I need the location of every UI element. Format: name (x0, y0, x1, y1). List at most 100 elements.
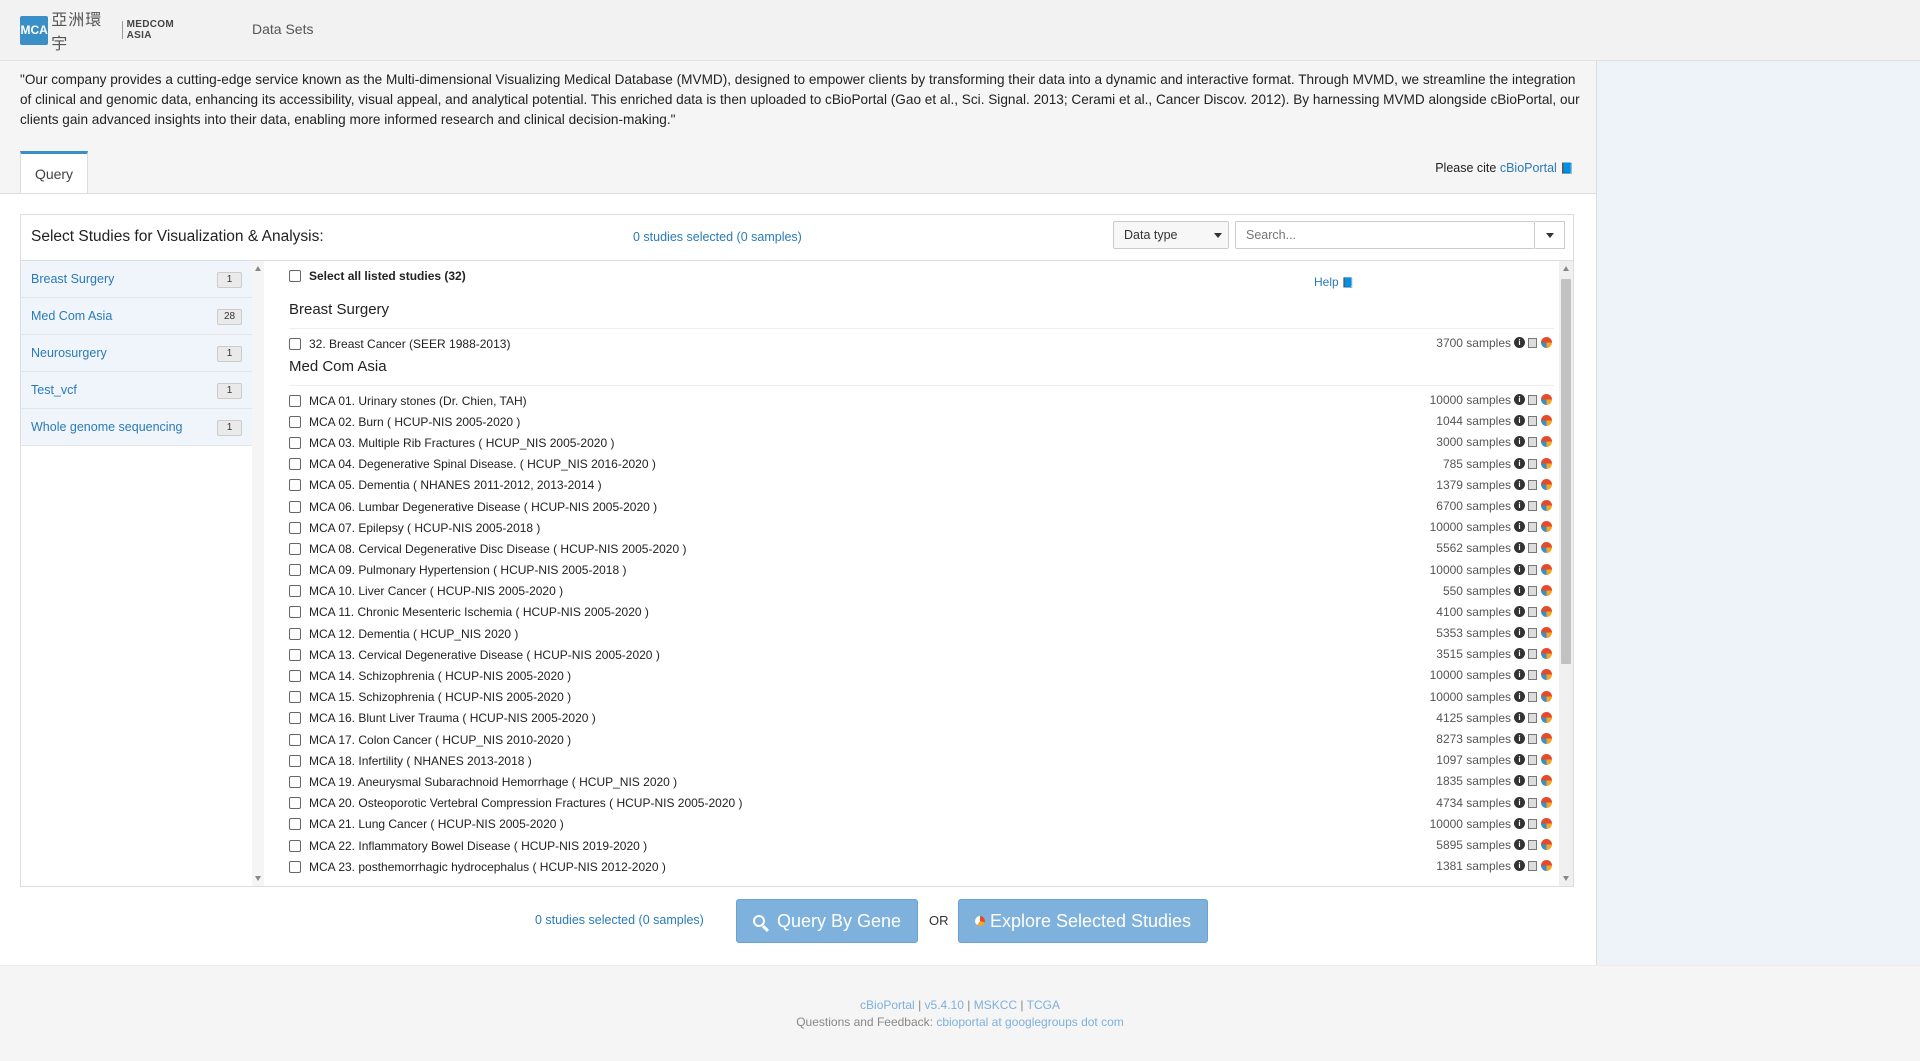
study-row[interactable]: MCA 06. Lumbar Degenerative Disease ( HC… (289, 496, 1554, 517)
select-all-row[interactable]: Select all listed studies (32) (289, 269, 466, 283)
book-icon[interactable] (1528, 734, 1537, 744)
study-row[interactable]: MCA 09. Pulmonary Hypertension ( HCUP-NI… (289, 560, 1554, 581)
study-row[interactable]: MCA 11. Chronic Mesenteric Ischemia ( HC… (289, 602, 1554, 623)
study-checkbox[interactable] (289, 839, 301, 852)
study-row[interactable]: MCA 04. Degenerative Spinal Disease. ( H… (289, 454, 1554, 475)
info-icon[interactable]: i (1514, 860, 1525, 872)
study-checkbox[interactable] (289, 458, 301, 471)
book-icon[interactable] (1528, 797, 1537, 808)
study-checkbox[interactable] (289, 733, 301, 746)
study-checkbox[interactable] (289, 606, 301, 619)
book-icon[interactable] (1528, 458, 1537, 469)
pie-chart-icon[interactable] (1541, 563, 1552, 575)
book-icon[interactable] (1528, 564, 1537, 575)
sidebar-item-whole-genome-sequencing[interactable]: Whole genome sequencing 1 (21, 409, 252, 446)
tab-query[interactable]: Query (20, 151, 88, 193)
pie-chart-icon[interactable] (1541, 337, 1552, 348)
pie-chart-icon[interactable] (1541, 775, 1552, 787)
pie-chart-icon[interactable] (1541, 436, 1552, 448)
pie-chart-icon[interactable] (1541, 457, 1552, 469)
pie-chart-icon[interactable] (1541, 521, 1552, 533)
info-icon[interactable]: i (1514, 457, 1525, 469)
search-options-button[interactable] (1535, 221, 1565, 249)
study-row[interactable]: MCA 07. Epilepsy ( HCUP-NIS 2005-2018 ) 1… (289, 517, 1554, 538)
study-row[interactable]: MCA 16. Blunt Liver Trauma ( HCUP-NIS 20… (289, 708, 1554, 729)
pie-chart-icon[interactable] (1541, 817, 1552, 829)
info-icon[interactable]: i (1514, 499, 1525, 511)
pie-chart-icon[interactable] (1541, 733, 1552, 744)
pie-chart-icon[interactable] (1541, 669, 1552, 681)
info-icon[interactable]: i (1514, 669, 1525, 681)
study-row[interactable]: MCA 21. Lung Cancer ( HCUP-NIS 2005-2020… (289, 814, 1554, 835)
study-row[interactable]: MCA 01. Urinary stones (Dr. Chien, TAH) 1… (289, 390, 1554, 411)
study-checkbox[interactable] (289, 436, 301, 449)
footer-mskcc-link[interactable]: MSKCC (974, 998, 1017, 1012)
book-icon[interactable] (1528, 776, 1537, 787)
book-icon[interactable] (1528, 755, 1537, 766)
book-icon[interactable] (1528, 395, 1537, 405)
info-icon[interactable]: i (1514, 337, 1525, 348)
book-icon[interactable] (1528, 670, 1537, 681)
book-icon[interactable] (1528, 338, 1537, 348)
pie-chart-icon[interactable] (1541, 605, 1552, 617)
study-row[interactable]: MCA 05. Dementia ( NHANES 2011-2012, 201… (289, 475, 1554, 496)
pie-chart-icon[interactable] (1541, 627, 1552, 639)
study-checkbox[interactable] (289, 754, 301, 767)
study-row[interactable]: MCA 18. Infertility ( NHANES 2013-2018 )… (289, 750, 1554, 771)
info-icon[interactable]: i (1514, 690, 1525, 702)
info-icon[interactable]: i (1514, 733, 1525, 744)
info-icon[interactable]: i (1514, 542, 1525, 554)
study-row[interactable]: MCA 03. Multiple Rib Fractures ( HCUP_NI… (289, 432, 1554, 453)
info-icon[interactable]: i (1514, 838, 1525, 850)
study-checkbox[interactable] (289, 775, 301, 788)
select-all-checkbox[interactable] (289, 270, 301, 282)
bottom-studies-selected[interactable]: 0 studies selected (0 samples) (535, 913, 704, 927)
book-icon[interactable] (1528, 712, 1537, 723)
study-row[interactable]: MCA 22. Inflammatory Bowel Disease ( HCU… (289, 835, 1554, 856)
info-icon[interactable]: i (1514, 563, 1525, 575)
book-icon[interactable] (1528, 522, 1537, 533)
footer-version-link[interactable]: v5.4.10 (925, 998, 964, 1012)
pie-chart-icon[interactable] (1541, 796, 1552, 808)
info-icon[interactable]: i (1514, 627, 1525, 639)
pie-chart-icon[interactable] (1541, 860, 1552, 872)
pie-chart-icon[interactable] (1541, 711, 1552, 723)
study-row[interactable]: MCA 08. Cervical Degenerative Disc Disea… (289, 538, 1554, 559)
info-icon[interactable]: i (1514, 394, 1525, 405)
book-icon[interactable] (1528, 861, 1537, 872)
book-icon[interactable] (1528, 606, 1537, 617)
book-icon[interactable] (1528, 416, 1537, 427)
study-checkbox[interactable] (289, 500, 301, 513)
scroll-down-icon[interactable] (1563, 876, 1569, 881)
info-icon[interactable]: i (1514, 817, 1525, 829)
search-input[interactable] (1235, 221, 1535, 249)
data-type-select[interactable]: Data type (1113, 221, 1229, 249)
info-icon[interactable]: i (1514, 796, 1525, 808)
pie-chart-icon[interactable] (1541, 838, 1552, 850)
cite-cbioportal-link[interactable]: cBioPortal (1500, 161, 1557, 175)
explore-selected-studies-button[interactable]: Explore Selected Studies (958, 899, 1208, 943)
info-icon[interactable]: i (1514, 605, 1525, 617)
study-checkbox[interactable] (289, 564, 301, 577)
study-checkbox[interactable] (289, 585, 301, 598)
pie-chart-icon[interactable] (1541, 542, 1552, 554)
study-checkbox[interactable] (289, 712, 301, 725)
pie-chart-icon[interactable] (1541, 499, 1552, 511)
info-icon[interactable]: i (1514, 584, 1525, 596)
feedback-link[interactable]: cbioportal at googlegroups dot com (936, 1015, 1123, 1029)
pie-chart-icon[interactable] (1541, 690, 1552, 702)
pie-chart-icon[interactable] (1541, 415, 1552, 427)
info-icon[interactable]: i (1514, 415, 1525, 427)
info-icon[interactable]: i (1514, 711, 1525, 723)
study-checkbox[interactable] (289, 797, 301, 810)
study-row[interactable]: MCA 14. Schizophrenia ( HCUP-NIS 2005-20… (289, 665, 1554, 686)
studies-selected-count[interactable]: 0 studies selected (0 samples) (633, 230, 802, 244)
study-checkbox[interactable] (289, 415, 301, 428)
study-checkbox[interactable] (289, 818, 301, 831)
book-icon[interactable] (1528, 585, 1537, 596)
sidebar-item-breast-surgery[interactable]: Breast Surgery 1 (21, 261, 252, 298)
book-icon[interactable] (1528, 649, 1537, 660)
medcom-asia-logo[interactable]: MCA 亞洲環宇 MEDCOM ASIA (20, 12, 200, 53)
pie-chart-icon[interactable] (1541, 478, 1552, 490)
study-list-scrollbar[interactable] (1559, 261, 1573, 886)
